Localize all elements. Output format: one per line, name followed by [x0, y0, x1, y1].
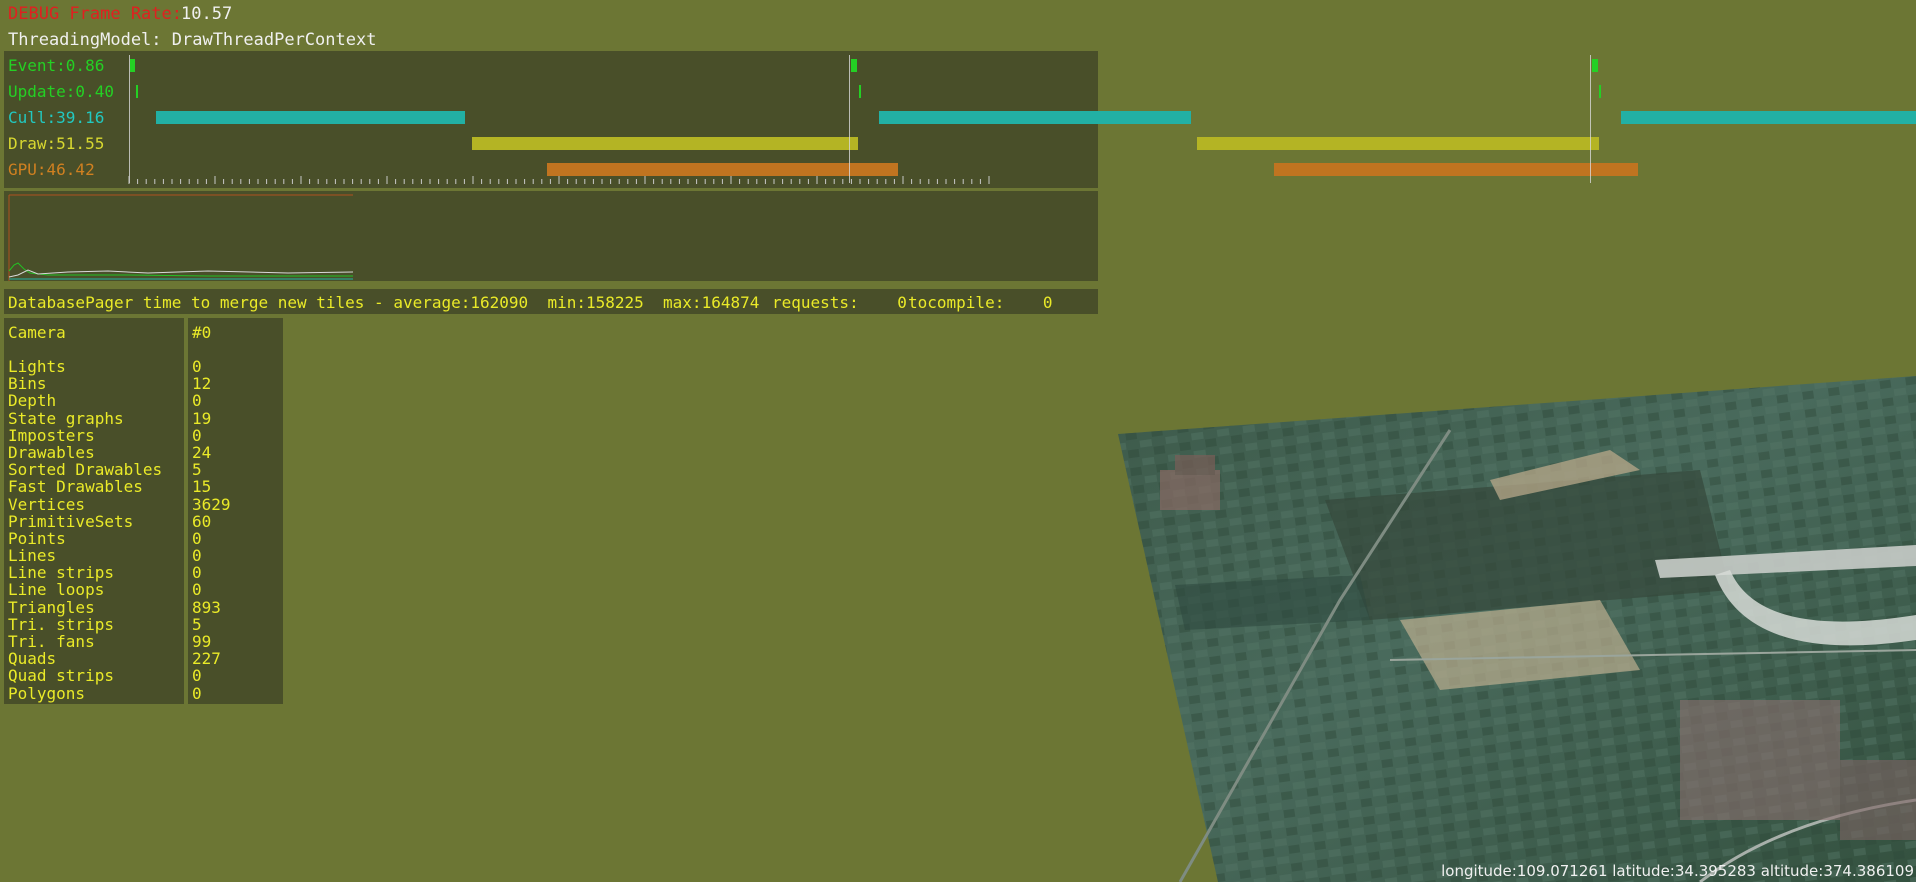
stat-value: 227	[192, 649, 221, 669]
stat-name: Drawables	[8, 442, 95, 462]
stat-name: Vertices	[8, 494, 86, 514]
stat-name: Line strips	[8, 563, 114, 583]
draw-bar-1	[472, 137, 858, 150]
timeline-ruler	[128, 176, 990, 184]
stat-name: Polygons	[8, 683, 86, 703]
timeline-label-gpu: GPU:46.42	[8, 160, 95, 179]
gpu-bar-1	[547, 163, 898, 176]
stat-value: 0	[192, 563, 202, 583]
stat-name: PrimitiveSets	[8, 511, 134, 531]
stat-value: 19	[192, 408, 212, 428]
stat-name: Quads	[8, 649, 57, 669]
camera-stats-names-list: Lights Bins Depth State graphs Imposters…	[8, 358, 162, 702]
stat-name: Imposters	[8, 425, 95, 445]
stat-name: Points	[8, 528, 66, 548]
timeline-label-cull: Cull:39.16	[8, 108, 105, 127]
cull-bar-3	[1621, 111, 1916, 124]
stat-name: Tri. fans	[8, 632, 95, 651]
stat-name: Lines	[8, 546, 57, 566]
timeline-label-update: Update:0.40	[8, 82, 114, 101]
stat-name: Tri. strips	[8, 614, 114, 634]
event-bar-3	[1592, 59, 1598, 72]
camera-header-value: #0	[192, 323, 212, 342]
stat-name: State graphs	[8, 408, 124, 428]
frame-rate-label: DEBUG Frame Rate:	[8, 4, 182, 24]
draw-bar-2	[1197, 137, 1599, 150]
cull-bar-2	[879, 111, 1191, 124]
camera-header-name: Camera	[8, 323, 66, 342]
update-bar-2	[859, 85, 861, 98]
stat-name: Sorted Drawables	[8, 460, 163, 480]
graph-series-green	[8, 262, 353, 277]
stat-name: Lights	[8, 357, 66, 376]
stat-value: 99	[192, 632, 212, 651]
stat-value: 0	[192, 666, 202, 686]
stat-value: 0	[192, 580, 202, 600]
stat-value: 5	[192, 460, 202, 480]
pager-tocompile-text: tocompile: 0	[908, 293, 1053, 312]
pager-merge-text: DatabasePager time to merge new tiles - …	[8, 293, 760, 312]
threading-model-text: ThreadingModel: DrawThreadPerContext	[8, 30, 377, 50]
cull-bar-1	[156, 111, 465, 124]
stat-value: 0	[192, 425, 202, 445]
stat-value: 3629	[192, 494, 231, 514]
stat-value: 15	[192, 477, 212, 497]
frame-marker-2	[1590, 55, 1591, 183]
pager-requests-text: requests: 0	[772, 293, 907, 312]
timeline-left-axis	[129, 55, 130, 183]
stat-value: 12	[192, 374, 212, 394]
update-bar-1	[136, 85, 138, 98]
stat-name: Fast Drawables	[8, 477, 143, 497]
coordinates-readout: longitude:109.071261 latitude:34.395283 …	[1441, 862, 1914, 880]
gpu-bar-2	[1274, 163, 1638, 176]
stat-value: 893	[192, 597, 221, 617]
stat-value: 24	[192, 442, 212, 462]
frame-rate-value: 10.57	[181, 4, 233, 24]
camera-stats-values-list: 0 12 0 19 0 24 5 15 3629 60 0 0 0 0 893 …	[192, 358, 231, 702]
stat-value: 0	[192, 357, 202, 376]
stat-name: Triangles	[8, 597, 95, 617]
stat-value: 0	[192, 683, 202, 703]
frame-graph	[8, 194, 353, 281]
event-bar-2	[851, 59, 857, 72]
frame-marker-1	[849, 55, 850, 183]
stat-name: Depth	[8, 391, 57, 411]
stat-value: 60	[192, 511, 212, 531]
timeline-label-event: Event:0.86	[8, 56, 105, 75]
stat-value: 0	[192, 391, 202, 411]
stat-value: 0	[192, 528, 202, 548]
terrain-tile	[1118, 376, 1916, 882]
stat-name: Bins	[8, 374, 47, 394]
timeline-label-draw: Draw:51.55	[8, 134, 105, 153]
event-bar-1	[130, 59, 135, 72]
update-bar-3	[1599, 85, 1601, 98]
stat-value: 0	[192, 546, 202, 566]
stat-name: Line loops	[8, 580, 105, 600]
stat-name: Quad strips	[8, 666, 114, 686]
stat-value: 5	[192, 614, 202, 634]
